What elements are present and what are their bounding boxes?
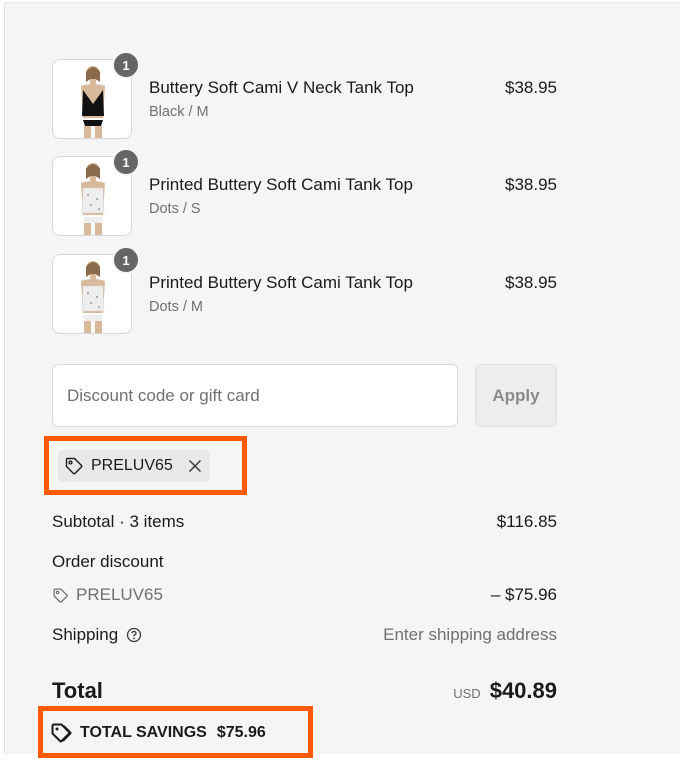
line-item: 1 Buttery Soft Cami V Neck Tank Top Blac…: [52, 51, 557, 139]
apply-button[interactable]: Apply: [475, 364, 557, 427]
total-label: Total: [52, 678, 103, 703]
quantity-badge: 1: [112, 51, 140, 79]
currency-code: USD: [453, 686, 481, 701]
discount-value: – $75.96: [490, 585, 557, 604]
item-price: $38.95: [505, 78, 557, 97]
order-discount-label: Order discount: [52, 552, 164, 571]
shipping-value: Enter shipping address: [383, 625, 557, 644]
item-variant: Black / M: [149, 104, 209, 120]
remove-discount-button[interactable]: [187, 458, 203, 474]
help-icon[interactable]: [126, 627, 142, 643]
total-row: Total USD $40.89: [52, 678, 557, 704]
total-amount: $40.89: [489, 678, 557, 703]
quantity-badge: 1: [112, 148, 140, 176]
subtotal-value: $116.85: [496, 512, 557, 531]
tag-icon: [65, 457, 83, 475]
shipping-label: Shipping: [52, 625, 119, 644]
line-item: 1 Printed Buttery Soft Cami Tank Top Dot…: [52, 148, 557, 236]
item-variant: Dots / M: [149, 299, 203, 315]
discount-code-label: PRELUV65: [76, 585, 163, 604]
item-title: Printed Buttery Soft Cami Tank Top: [149, 273, 413, 292]
savings-amount: $75.96: [216, 724, 266, 741]
quantity-badge: 1: [112, 246, 140, 274]
close-icon: [188, 459, 201, 473]
item-price: $38.95: [505, 273, 557, 292]
line-item: 1 Printed Buttery Soft Cami Tank Top Dot…: [52, 246, 557, 334]
savings-tag-icon: [51, 723, 72, 743]
item-price: $38.95: [505, 175, 557, 194]
item-title: Printed Buttery Soft Cami Tank Top: [149, 175, 413, 194]
discount-code-row: PRELUV65 – $75.96: [52, 585, 557, 605]
applied-discount-tag: PRELUV65: [58, 450, 210, 482]
subtotal-label: Subtotal · 3 items: [52, 512, 185, 531]
shipping-row: Shipping Enter shipping address: [52, 625, 557, 645]
subtotal-row: Subtotal · 3 items $116.85: [52, 512, 557, 532]
applied-code-label: PRELUV65: [91, 457, 173, 474]
order-discount-row: Order discount: [52, 552, 557, 572]
discount-code-input[interactable]: [52, 364, 458, 427]
item-title: Buttery Soft Cami V Neck Tank Top: [149, 78, 414, 97]
tag-icon: [53, 587, 68, 603]
item-variant: Dots / S: [149, 201, 201, 217]
total-savings: TOTAL SAVINGS $75.96: [50, 720, 300, 746]
savings-label: TOTAL SAVINGS: [80, 724, 207, 741]
